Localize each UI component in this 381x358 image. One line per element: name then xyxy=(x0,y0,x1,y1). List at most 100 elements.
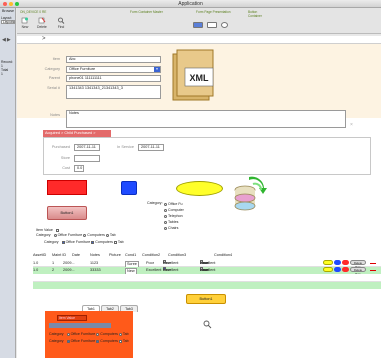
col-cond1: Cond1 xyxy=(125,253,137,257)
category-check-row: Category Office Furniture Computers Tab xyxy=(44,240,124,244)
store-field[interactable] xyxy=(74,155,100,162)
panel-check-office[interactable]: Office Furniture xyxy=(66,339,95,343)
col-condition4: Condition4 xyxy=(214,253,233,257)
cell-maintid: 1 xyxy=(52,261,55,265)
portal-tab[interactable]: Acquired > Child Purchased > xyxy=(43,130,111,137)
view-table-icon[interactable] xyxy=(221,22,228,28)
purchased-label: Purchased xyxy=(51,145,70,149)
cost-label: Cost xyxy=(62,166,70,170)
yellow-pill[interactable] xyxy=(323,260,333,265)
category-option-office[interactable]: Office Fu xyxy=(164,202,183,206)
col-assetid: AssetID xyxy=(33,253,47,257)
col-condition2: Condition2 xyxy=(142,253,161,257)
item-field[interactable]: Abc xyxy=(66,56,161,63)
cell-assetid: 1.0 xyxy=(33,261,39,265)
category-option-tables[interactable]: Tables xyxy=(164,220,178,224)
delete-record-button[interactable]: Delete xyxy=(37,17,47,29)
view-form-icon[interactable] xyxy=(193,22,203,28)
category-radio-row: Category Office Furniture Computers Tab xyxy=(36,233,116,237)
item-value-checkbox[interactable] xyxy=(55,228,59,232)
xml-icon-label: XML xyxy=(190,73,210,83)
panel-radio-tab[interactable]: Tab xyxy=(118,332,129,336)
table-row[interactable]: 1.0 2 2009... 33333 New Excellent New Ex… xyxy=(33,267,381,276)
badge-form-container: Form Container Master xyxy=(130,10,163,14)
yellow-ellipse xyxy=(176,181,223,196)
cell-notes: 1123 xyxy=(90,261,99,265)
blue-pill[interactable] xyxy=(334,267,341,272)
layout-select[interactable]: Layouts xyxy=(1,20,15,24)
find-button[interactable]: Find xyxy=(57,17,65,29)
table-row-empty[interactable] xyxy=(33,282,381,289)
tab-panel: Item Value Category Office Furniture Com… xyxy=(45,311,133,358)
window-title: Application xyxy=(178,1,203,7)
serial-field[interactable]: 1341343 1341343_21341343_3 xyxy=(66,85,161,99)
panel-radio-row: Category Office Furniture Computers Tab xyxy=(49,332,129,336)
category-option-computer[interactable]: Computer xyxy=(164,208,184,212)
remove-row-icon[interactable] xyxy=(370,263,376,264)
browse-mode-label[interactable]: Browse xyxy=(1,9,15,13)
col-picture: Picture xyxy=(109,253,121,257)
new-record-button[interactable]: New xyxy=(21,17,29,29)
parent-label: Parent xyxy=(48,76,60,80)
radio-tab[interactable]: Tab xyxy=(105,233,116,237)
category-select[interactable]: Office Furniture ▾ xyxy=(66,66,161,73)
in-service-field[interactable]: 2007-11-11 xyxy=(138,144,164,151)
cost-field[interactable]: 0.0 xyxy=(74,165,84,172)
notes-label: Notes xyxy=(50,113,60,117)
purchased-field[interactable]: 2007-11-11 xyxy=(74,144,100,151)
category-select-value: Office Furniture xyxy=(69,67,96,71)
panel-progress-bar xyxy=(49,323,111,328)
item-value-row: Item Value xyxy=(36,228,60,232)
remove-row-icon[interactable] xyxy=(370,270,376,271)
serial-label: Serial # xyxy=(47,86,60,90)
panel-check-computers[interactable]: Computers xyxy=(96,339,118,343)
col-notes: Notes xyxy=(90,253,100,257)
cell-condition2: Poor xyxy=(146,261,155,265)
blue-pill[interactable] xyxy=(334,260,341,265)
yellow-pill[interactable] xyxy=(323,267,333,272)
category-option-telephone[interactable]: Telephon xyxy=(164,214,183,218)
cell-date: 2009... xyxy=(63,261,75,265)
panel-radio-office[interactable]: Office Furniture xyxy=(66,332,95,336)
red-pill[interactable] xyxy=(342,260,349,265)
close-icon[interactable]: × xyxy=(350,122,353,128)
layout-arrow-icon: > xyxy=(42,36,46,42)
check-office[interactable]: Office Furniture xyxy=(61,240,90,244)
parent-field[interactable]: phone01 111111111 xyxy=(66,75,161,82)
cell-notes: 33333 xyxy=(90,268,101,272)
radio-computers[interactable]: Computers xyxy=(83,233,105,237)
panel-check-tab[interactable]: Tab xyxy=(118,339,129,343)
status-sidebar: Browse Layout: Layouts ◀▶ Record: 1 Tota… xyxy=(0,8,16,358)
view-list-icon[interactable] xyxy=(207,22,217,28)
category-option-chairs[interactable]: Chairs xyxy=(164,226,178,230)
magnifier-icon[interactable] xyxy=(203,320,212,329)
button1[interactable]: Button1 xyxy=(47,206,87,220)
cell-condition2: Excellent xyxy=(146,268,162,272)
notes-field[interactable]: Notes xyxy=(66,110,346,128)
red-pill[interactable] xyxy=(342,267,349,272)
badge-device: ON_DEVICE 0 RE xyxy=(20,10,47,14)
panel-check-label: Category xyxy=(49,339,64,343)
layout-badges: ON_DEVICE 0 RE Form Container Master For… xyxy=(20,10,270,18)
check-computers[interactable]: Computers xyxy=(91,240,113,244)
record-nav-arrows[interactable]: ◀▶ xyxy=(2,37,12,43)
yellow-button[interactable]: Button1 xyxy=(186,294,226,304)
delete-row-button[interactable]: Delete Row xyxy=(350,260,366,269)
blue-rectangle xyxy=(121,181,137,195)
category-check-label: Category xyxy=(44,240,59,244)
new-record-icon xyxy=(21,17,28,24)
table-header: AssetID Maint ID Date Notes Picture Cond… xyxy=(33,253,381,259)
database-refresh-icon xyxy=(234,176,267,211)
panel-item-value-field[interactable]: Item Value xyxy=(57,315,87,321)
delete-record-label: Delete xyxy=(37,25,47,29)
check-tab[interactable]: Tab xyxy=(113,240,124,244)
table-row[interactable]: 1.0 1 2009... 1123 Scree Poor New Excell… xyxy=(33,260,381,269)
panel-radio-computers[interactable]: Computers xyxy=(96,332,118,336)
table-row-empty[interactable] xyxy=(33,274,381,282)
new-record-label: New xyxy=(21,25,29,29)
delete-row-button[interactable]: Delete Row xyxy=(350,267,366,276)
panel-radio-label: Category xyxy=(49,332,64,336)
red-rectangle xyxy=(47,180,87,195)
chevron-down-icon[interactable]: ▾ xyxy=(154,67,160,72)
radio-office[interactable]: Office Furniture xyxy=(53,233,82,237)
